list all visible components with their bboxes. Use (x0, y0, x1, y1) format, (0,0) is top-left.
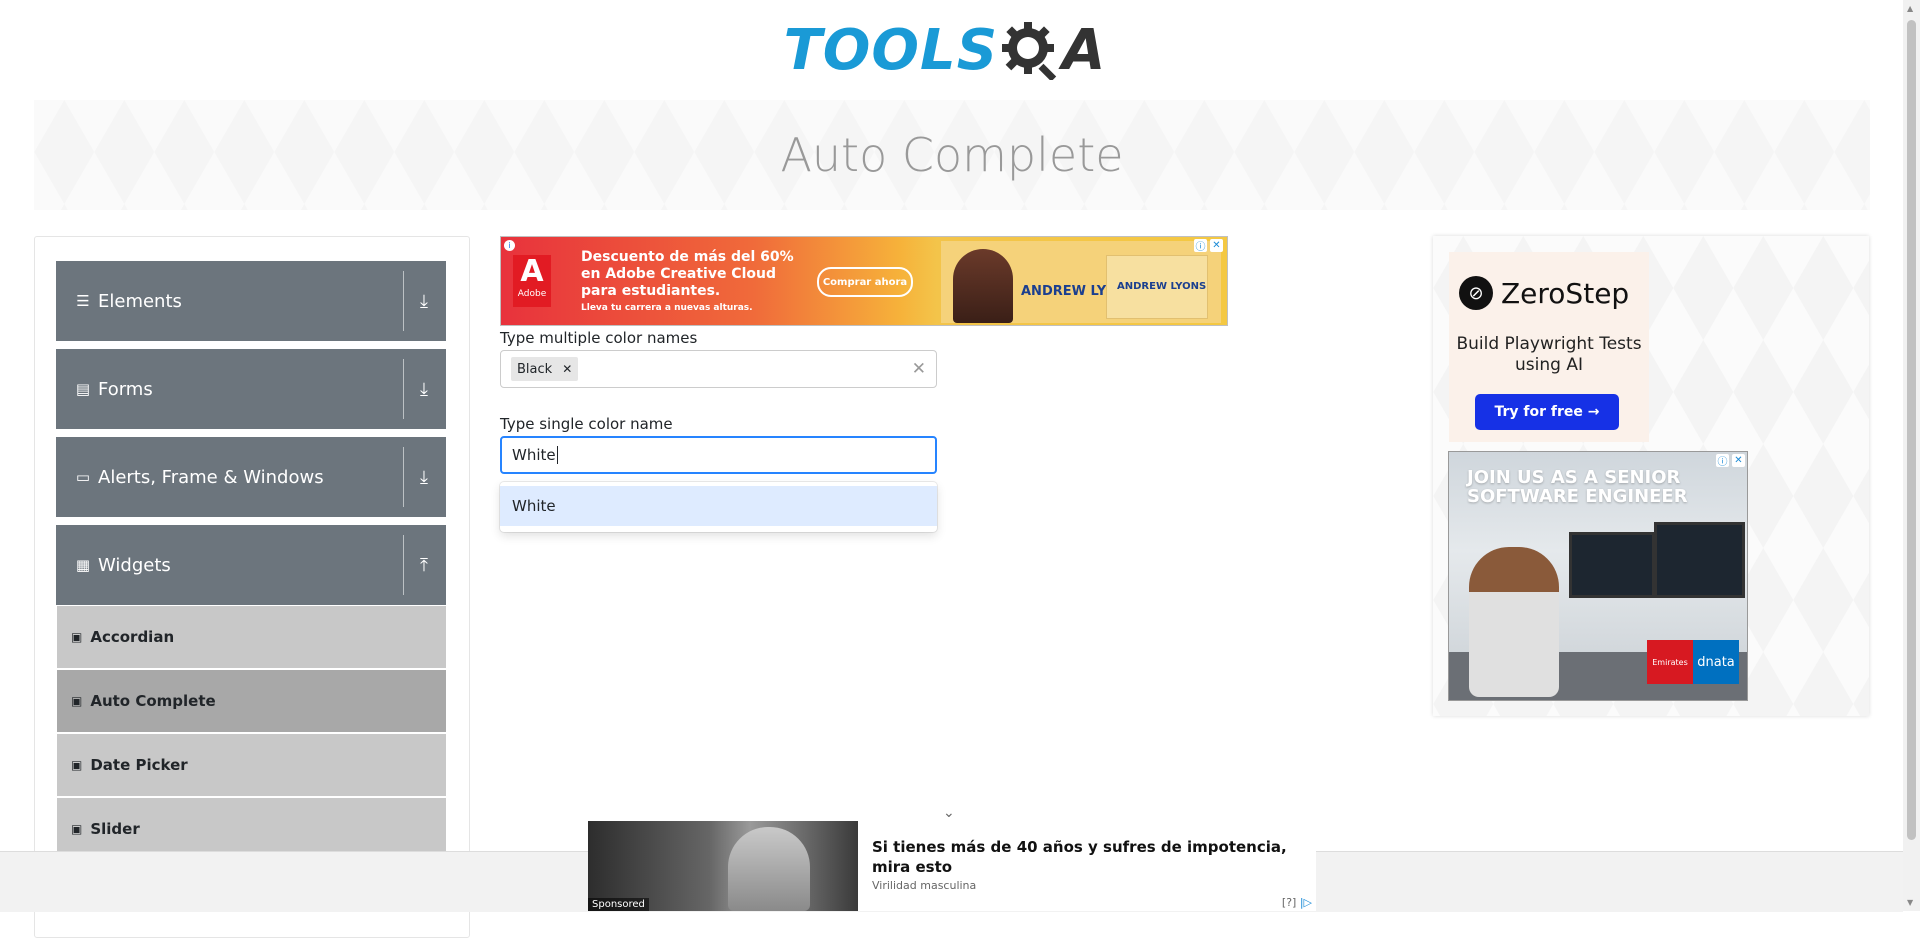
page-banner: Auto Complete (34, 100, 1870, 210)
zerostep-name: ZeroStep (1501, 276, 1630, 310)
help-text: [?] (1281, 896, 1297, 909)
scroll-down-icon[interactable]: ▼ (1907, 898, 1913, 907)
expand-icon[interactable]: ⤓ (410, 374, 438, 404)
sidebar-item-label: Slider (90, 820, 140, 838)
sponsored-headline: Si tienes más de 40 años y sufres de imp… (872, 838, 1287, 876)
form-icon: ▤ (75, 380, 91, 398)
chip-remove-icon[interactable]: ✕ (562, 362, 572, 376)
ad-person-image (1469, 547, 1559, 697)
single-color-input[interactable]: White (500, 436, 937, 474)
text-caret (556, 446, 558, 464)
adchoices[interactable]: ⓘ ✕ (1194, 239, 1223, 253)
ad-close-icon[interactable]: ✕ (1210, 239, 1223, 252)
scroll-up-icon[interactable]: ▲ (1907, 4, 1913, 13)
sidebar-item-auto-complete[interactable]: ▣ Auto Complete (57, 670, 446, 732)
emirates-ad[interactable]: JOIN US AS A SENIOR SOFTWARE ENGINEER Em… (1448, 451, 1748, 701)
sponsored-tag: Sponsored (588, 898, 649, 911)
divider (403, 535, 404, 595)
sidebar-group-label: Widgets (98, 554, 171, 576)
sidebar-item-label: Auto Complete (90, 692, 216, 710)
sponsored-source: Virilidad masculina (872, 879, 977, 892)
toolsqa-logo[interactable]: TOOLS A (784, 18, 1107, 83)
sidebar-item-date-picker[interactable]: ▣ Date Picker (57, 734, 446, 796)
ad-subtext: Lleva tu carrera a nuevas alturas. (581, 303, 753, 313)
single-color-label: Type single color name (500, 415, 673, 433)
chip-label: Black (517, 361, 553, 377)
sidebar-item-accordian[interactable]: ▣ Accordian (57, 606, 446, 668)
chevron-down-icon[interactable]: ⌄ (943, 805, 955, 821)
hamburger-icon: ☰ (76, 292, 90, 310)
autocomplete-option[interactable]: White (500, 486, 937, 526)
gear-magnifier-icon (1002, 22, 1057, 80)
widgets-icon: ▦ (75, 556, 91, 574)
ad-person-image (953, 249, 1013, 323)
clear-all-icon[interactable]: ✕ (912, 359, 926, 379)
page-title: Auto Complete (780, 128, 1124, 182)
sidebar: ☰ Elements ⤓ ▤ Forms ⤓ ▭ Alerts, Frame &… (34, 236, 470, 938)
collapse-icon[interactable]: ⤒ (410, 550, 438, 580)
color-chip: Black ✕ (511, 357, 579, 381)
item-icon: ▣ (71, 822, 83, 836)
ad-card-name: ANDREW LYONS (1117, 281, 1207, 292)
sidebar-group-label: Forms (98, 378, 153, 400)
ad-cta-button[interactable]: Comprar ahora (817, 267, 913, 297)
multi-color-input[interactable]: Black ✕ ✕ (500, 350, 937, 388)
adobe-logo-letter: A (520, 254, 544, 289)
ad-info-icon[interactable]: i (504, 240, 515, 251)
ad-headline: Descuento de más del 60% en Adobe Creati… (581, 249, 794, 299)
multi-color-label: Type multiple color names (500, 329, 698, 347)
ad-photo: ANDREW LYONS ANDREW LYONS (941, 241, 1221, 323)
sidebar-group-alerts[interactable]: ▭ Alerts, Frame & Windows ⤓ (56, 437, 446, 517)
ad-info-icon[interactable]: ⓘ (1194, 239, 1207, 253)
ad-close-icon[interactable]: ✕ (1732, 454, 1745, 467)
adobe-ad-banner[interactable]: i A Adobe Descuento de más del 60% en Ad… (500, 236, 1228, 326)
item-icon: ▣ (71, 630, 83, 644)
ad-info-icon[interactable]: ⓘ (1716, 454, 1729, 468)
autocomplete-menu: White (500, 482, 937, 532)
logo-tools-text: TOOLS (783, 17, 999, 83)
sponsored-ad[interactable]: Sponsored Si tienes más de 40 años y suf… (588, 821, 1316, 911)
adchoices-icon: |▷ (1299, 896, 1312, 909)
adobe-logo: A Adobe (513, 255, 551, 307)
adchoices[interactable]: ⓘ ✕ (1716, 454, 1745, 468)
emirates-logo: Emirates (1647, 640, 1693, 684)
zerostep-ad[interactable]: ⊘ ZeroStep Build Playwright Tests using … (1449, 252, 1649, 442)
window-icon: ▭ (75, 468, 91, 486)
sidebar-group-elements[interactable]: ☰ Elements ⤓ (56, 261, 446, 341)
sponsored-thumbnail: Sponsored (588, 821, 858, 911)
divider (403, 271, 404, 331)
zerostep-logo-icon: ⊘ (1459, 276, 1493, 310)
sidebar-item-label: Accordian (90, 628, 175, 646)
divider (403, 359, 404, 419)
expand-icon[interactable]: ⤓ (410, 462, 438, 492)
ad-help-link[interactable]: [?] |▷ (1282, 896, 1312, 909)
sidebar-group-forms[interactable]: ▤ Forms ⤓ (56, 349, 446, 429)
single-color-value: White (512, 446, 556, 464)
sidebar-group-label: Alerts, Frame & Windows (98, 466, 324, 488)
scrollbar-thumb[interactable] (1907, 20, 1916, 840)
scrollbar[interactable]: ▲ ▼ (1903, 0, 1920, 911)
zerostep-tagline: Build Playwright Tests using AI (1456, 334, 1642, 375)
expand-icon[interactable]: ⤓ (410, 286, 438, 316)
adobe-logo-text: Adobe (517, 289, 547, 299)
sidebar-group-widgets[interactable]: ▦ Widgets ⤒ (56, 525, 446, 605)
item-icon: ▣ (71, 758, 83, 772)
monitor-image (1654, 522, 1745, 598)
sidebar-item-label: Date Picker (90, 756, 188, 774)
emirates-headline: JOIN US AS A SENIOR SOFTWARE ENGINEER (1467, 467, 1688, 507)
monitor-image (1569, 532, 1655, 598)
logo-a-text: A (1062, 17, 1107, 83)
zerostep-brand: ⊘ ZeroStep (1459, 276, 1629, 310)
try-for-free-button[interactable]: Try for free → (1475, 394, 1619, 430)
divider (403, 447, 404, 507)
header: TOOLS A (0, 0, 1890, 100)
ad-person-image (728, 827, 810, 911)
dnata-logo: dnata (1693, 640, 1739, 684)
item-icon: ▣ (71, 694, 83, 708)
sidebar-group-label: Elements (98, 290, 182, 312)
